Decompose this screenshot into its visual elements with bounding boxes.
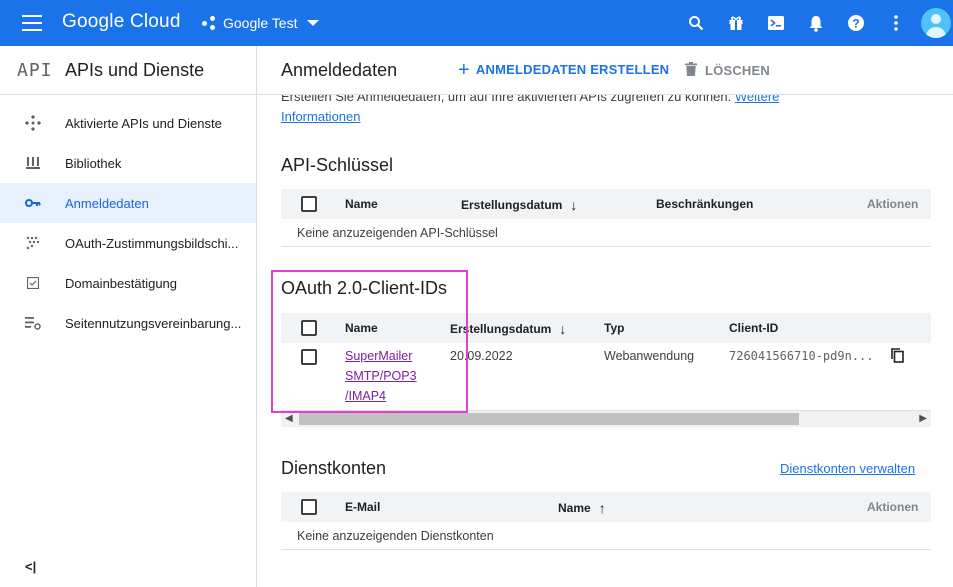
intro-text: Erstellen Sie Anmeldedaten, um auf Ihre … [281, 95, 781, 127]
sidebar-header: API APIs und Dienste [0, 46, 256, 95]
gift-icon[interactable] [726, 13, 746, 33]
settings-list-icon [24, 314, 42, 332]
oauth-client-table: Name Erstellungsdatum ↓ Typ Client-ID Sup… [281, 313, 931, 411]
main-content: Erstellen Sie Anmeldedaten, um auf Ihre … [257, 95, 953, 587]
library-icon [24, 154, 42, 172]
collapse-sidebar-button[interactable]: <| [25, 559, 36, 574]
delete-label: LÖSCHEN [705, 63, 770, 78]
create-credentials-button[interactable]: + ANMELDEDATEN ERSTELLEN [458, 58, 670, 81]
sidebar-item-enabled-apis[interactable]: Aktivierte APIs und Dienste [0, 103, 256, 143]
select-all-checkbox[interactable] [301, 320, 317, 336]
table-row-empty: Keine anzuzeigenden Dienstkonten [281, 522, 931, 550]
menu-icon[interactable] [22, 15, 42, 31]
plus-icon: + [458, 58, 470, 81]
scrollbar-thumb[interactable] [299, 413, 799, 425]
svg-text:?: ? [852, 17, 859, 31]
sidebar-item-oauth-consent[interactable]: OAuth-Zustimmungsbildschi... [0, 223, 256, 263]
arrow-down-icon: ↓ [559, 321, 567, 337]
column-header: Aktionen [867, 197, 919, 211]
column-header[interactable]: Client-ID [729, 321, 778, 335]
learn-more-link[interactable]: Weitere [735, 95, 780, 104]
terminal-icon[interactable] [766, 13, 786, 33]
diamond-dots-icon [24, 114, 42, 132]
account-avatar[interactable] [921, 8, 951, 38]
sidebar-item-label: Domainbestätigung [65, 275, 178, 291]
oauth-title: OAuth 2.0-Client-IDs [281, 278, 448, 298]
project-name: Google Test [223, 15, 298, 31]
more-vert-icon[interactable] [886, 13, 906, 33]
select-all-checkbox[interactable] [301, 499, 317, 515]
sidebar-item-page-usage-agreements[interactable]: Seitennutzungsvereinbarung... [0, 303, 256, 343]
column-header: Aktionen [867, 500, 919, 514]
api-keys-table: Name Erstellungsdatum ↓ Beschränkungen Ak… [281, 189, 931, 247]
arrow-down-icon: ↓ [570, 197, 578, 213]
column-header-sortable[interactable]: Erstellungsdatum ↓ [461, 197, 577, 213]
table-row: SuperMailer SMTP/POP3 /IMAP4 20.09.2022 … [281, 343, 931, 411]
copy-icon[interactable] [891, 348, 904, 366]
sidebar-item-credentials[interactable]: Anmeldedaten [0, 183, 256, 223]
service-accounts-title: Dienstkonten [281, 458, 387, 478]
table-header: Name Erstellungsdatum ↓ Typ Client-ID [281, 313, 931, 343]
api-logo: API [17, 60, 53, 81]
project-selector[interactable]: Google Test [202, 10, 320, 36]
created-date: 20.09.2022 [450, 349, 513, 363]
select-all-checkbox[interactable] [301, 196, 317, 212]
column-header[interactable]: E-Mail [345, 500, 380, 514]
page-title: Anmeldedaten [281, 60, 398, 80]
sidebar-item-label: OAuth-Zustimmungsbildschi... [65, 235, 239, 251]
api-keys-title: API-Schlüssel [281, 155, 394, 175]
sidebar-item-library[interactable]: Bibliothek [0, 143, 256, 183]
client-type: Webanwendung [604, 349, 695, 363]
column-header[interactable]: Typ [604, 321, 624, 335]
chevron-down-icon [307, 20, 320, 26]
sidebar-item-domain-verification[interactable]: Domainbestätigung [0, 263, 256, 303]
project-icon [202, 16, 216, 30]
column-header[interactable]: Name [345, 321, 378, 335]
bell-icon[interactable] [806, 13, 826, 33]
learn-more-link-continued[interactable]: Informationen [281, 109, 361, 124]
manage-service-accounts-link[interactable]: Dienstkonten verwalten [780, 461, 915, 476]
checkbox-icon [24, 274, 42, 292]
arrow-up-icon: ↑ [598, 500, 606, 516]
create-credentials-label: ANMELDEDATEN ERSTELLEN [475, 62, 670, 77]
sidebar-item-label: Bibliothek [65, 155, 122, 171]
table-row-empty: Keine anzuzeigenden API-Schlüssel [281, 219, 931, 247]
scroll-right-icon[interactable]: ▶ [919, 413, 927, 424]
empty-message: Keine anzuzeigenden API-Schlüssel [297, 226, 498, 240]
scroll-left-icon[interactable]: ◀ [285, 413, 293, 424]
sidebar-item-label: Anmeldedaten [65, 195, 149, 211]
help-icon[interactable]: ? [846, 13, 866, 33]
key-icon [24, 194, 42, 212]
row-checkbox[interactable] [301, 349, 317, 365]
column-header-sortable[interactable]: Name ↑ [558, 500, 606, 516]
sidebar-title: APIs und Dienste [65, 60, 205, 80]
table-header: Name Erstellungsdatum ↓ Beschränkungen Ak… [281, 189, 931, 219]
trash-icon [685, 62, 697, 79]
sidebar-item-label: Aktivierte APIs und Dienste [65, 115, 222, 131]
client-name-link[interactable]: SuperMailer SMTP/POP3 /IMAP4 [345, 346, 417, 406]
sidebar: API APIs und Dienste Aktivierte APIs und… [0, 46, 257, 587]
search-icon[interactable] [686, 13, 706, 33]
client-id: 726041566710-pd9n... [729, 349, 874, 363]
horizontal-scrollbar[interactable]: ◀ ▶ [281, 411, 931, 427]
top-app-bar: Google Cloud Google Test ? [0, 0, 953, 46]
table-header: E-Mail Name ↑ Aktionen [281, 492, 931, 522]
column-header[interactable]: Beschränkungen [656, 197, 753, 211]
page-header: Anmeldedaten + ANMELDEDATEN ERSTELLEN LÖ… [257, 46, 953, 95]
column-header[interactable]: Name [345, 197, 378, 211]
column-header-sortable[interactable]: Erstellungsdatum ↓ [450, 321, 566, 337]
consent-dots-icon [24, 234, 42, 252]
empty-message: Keine anzuzeigenden Dienstkonten [297, 529, 494, 543]
service-accounts-table: E-Mail Name ↑ Aktionen Keine anzuzeigende… [281, 492, 931, 550]
google-cloud-logo[interactable]: Google Cloud [62, 11, 181, 33]
sidebar-item-label: Seitennutzungsvereinbarung... [65, 315, 242, 331]
delete-button[interactable]: LÖSCHEN [685, 62, 770, 79]
